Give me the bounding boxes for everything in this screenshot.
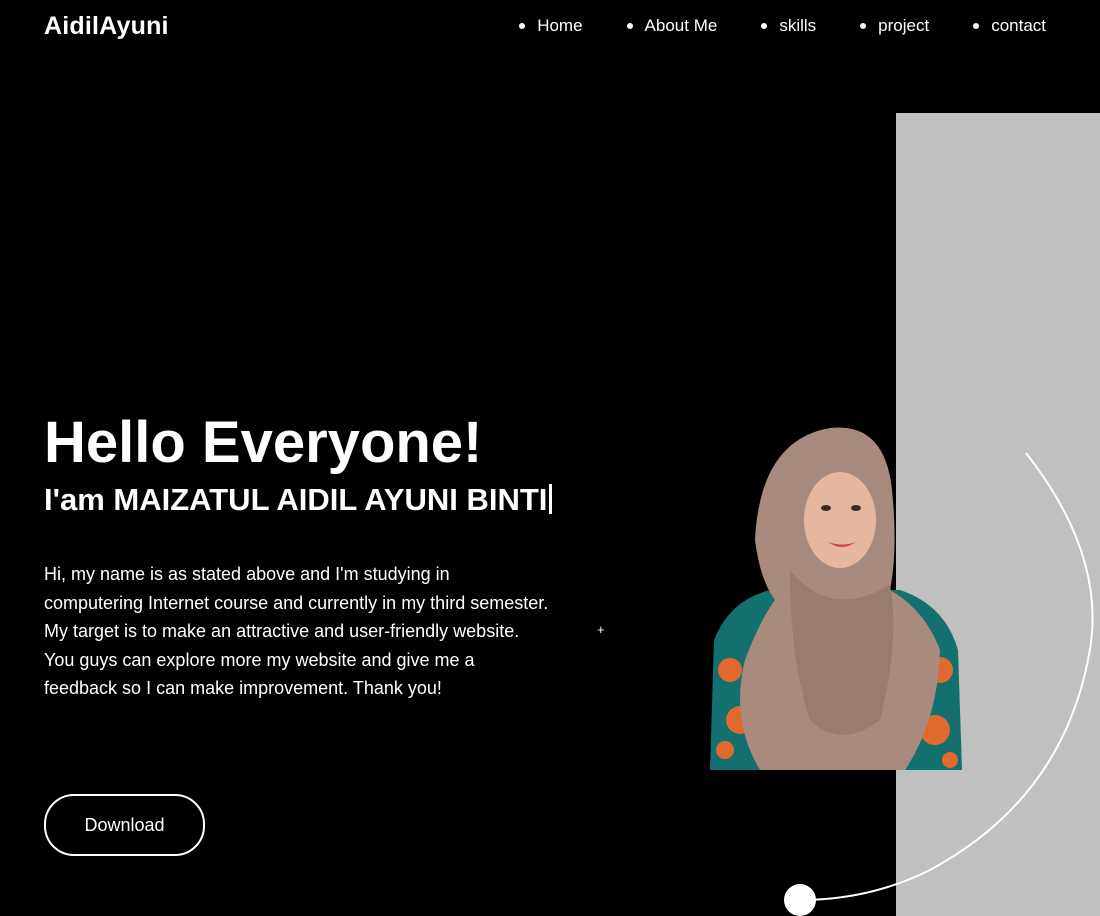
nav-item-skills[interactable]: skills bbox=[761, 16, 816, 36]
bullet-icon bbox=[626, 23, 633, 29]
hero-description: Hi, my name is as stated above and I'm s… bbox=[44, 564, 549, 699]
download-button[interactable]: Download bbox=[44, 794, 205, 856]
nav-item-project[interactable]: project bbox=[860, 16, 929, 36]
nav-item-label: About Me bbox=[644, 16, 718, 35]
nav-item-label: project bbox=[878, 16, 930, 35]
plus-icon: + bbox=[597, 622, 605, 637]
bullet-icon bbox=[973, 23, 980, 29]
main-nav: Home About Me skills project contact bbox=[519, 16, 1046, 36]
page: AidilAyuni Home About Me skills project … bbox=[0, 0, 1100, 916]
nav-item-contact[interactable]: contact bbox=[973, 16, 1046, 36]
nav-item-label: Home bbox=[537, 16, 583, 35]
bullet-icon bbox=[860, 23, 867, 29]
nav-item-home[interactable]: Home bbox=[519, 16, 583, 36]
site-logo[interactable]: AidilAyuni bbox=[44, 12, 169, 41]
bullet-icon bbox=[761, 23, 768, 29]
hero-subtitle: I'am MAIZATUL AIDIL AYUNI BINTI bbox=[44, 482, 564, 518]
bullet-icon bbox=[519, 23, 526, 29]
nav-item-about-me[interactable]: About Me bbox=[626, 16, 718, 36]
typed-name: I'am MAIZATUL AIDIL AYUNI BINTI bbox=[44, 482, 548, 517]
nav-item-label: skills bbox=[779, 16, 817, 35]
slider-dot-icon bbox=[784, 884, 816, 916]
typing-cursor-icon bbox=[549, 484, 553, 514]
hero-title: Hello Everyone! bbox=[44, 410, 483, 475]
profile-photo bbox=[710, 427, 962, 770]
nav-item-label: contact bbox=[991, 16, 1046, 35]
